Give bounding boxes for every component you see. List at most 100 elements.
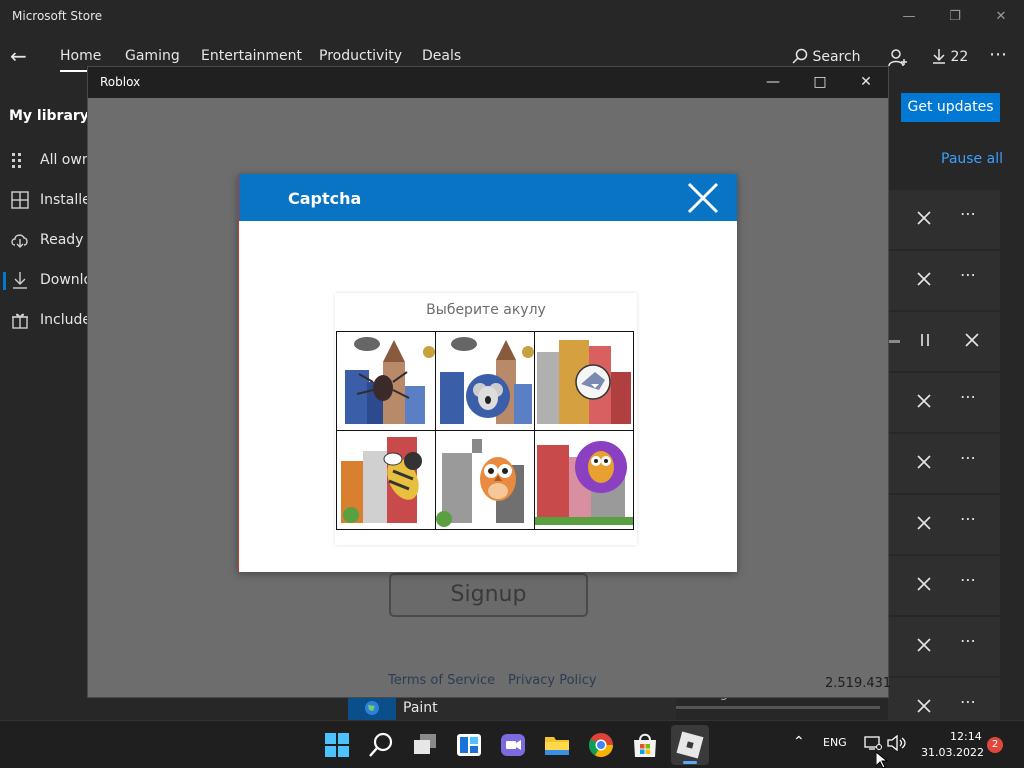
tab-gaming[interactable]: Gaming — [125, 48, 180, 64]
cancel-icon[interactable] — [914, 513, 934, 533]
grid-icon — [12, 153, 21, 168]
volume-icon[interactable] — [887, 735, 907, 751]
cancel-icon[interactable] — [914, 391, 934, 411]
tab-deals[interactable]: Deals — [422, 48, 461, 64]
captcha-tile-6[interactable] — [534, 430, 634, 530]
network-icon[interactable] — [864, 735, 882, 751]
cancel-icon[interactable] — [914, 452, 934, 472]
download-row: ⋯ — [888, 556, 1000, 615]
roblox-minimize-button[interactable]: — — [758, 71, 788, 93]
captcha-card: Выберите акулу — [335, 293, 637, 545]
captcha-tile-4[interactable] — [336, 430, 436, 530]
more-icon[interactable]: ⋯ — [960, 570, 977, 589]
account-button[interactable] — [888, 48, 908, 69]
search-label: Search — [812, 49, 861, 65]
chrome-icon[interactable] — [587, 731, 615, 759]
sidebar-item-downloads[interactable]: Downloads — [0, 266, 90, 296]
download-row: ⋯ — [888, 678, 1000, 720]
active-app-indicator — [683, 761, 697, 764]
downloads-button[interactable]: 22 — [932, 48, 968, 65]
download-row: ⋯ — [888, 190, 1000, 249]
cancel-icon[interactable] — [914, 574, 934, 594]
captcha-header: Captcha — [239, 174, 737, 221]
captcha-title: Captcha — [288, 189, 362, 208]
back-arrow-icon[interactable]: ← — [10, 44, 32, 68]
search-icon[interactable] — [367, 731, 395, 759]
clock-time[interactable]: 12:14 — [950, 730, 982, 743]
language-indicator[interactable]: ENG — [823, 736, 847, 749]
bee-icon — [341, 437, 422, 523]
paint-app-icon — [348, 697, 396, 720]
roblox-title: Roblox — [100, 75, 141, 89]
store-minimize-button[interactable]: — — [894, 6, 924, 28]
progress-bar — [888, 340, 900, 343]
more-icon[interactable]: ⋯ — [960, 387, 977, 406]
more-icon[interactable]: ⋯ — [960, 509, 977, 528]
store-maximize-button[interactable]: ❐ — [940, 6, 970, 28]
gift-icon — [12, 313, 28, 329]
add-user-icon — [888, 49, 907, 67]
captcha-tile-1[interactable] — [336, 331, 436, 431]
store-close-button[interactable]: ✕ — [986, 6, 1016, 28]
sidebar-item-ready-to-install[interactable]: Ready to install — [0, 226, 90, 256]
chevron-up-icon[interactable]: ⌃ — [793, 734, 805, 750]
cancel-icon[interactable] — [914, 696, 934, 716]
close-icon[interactable] — [685, 180, 721, 216]
sidebar-item-installed[interactable]: Installed — [0, 186, 90, 216]
cancel-icon[interactable] — [914, 208, 934, 228]
more-icon[interactable]: ⋯ — [960, 448, 977, 467]
cancel-icon[interactable] — [962, 330, 982, 350]
task-view-icon[interactable] — [411, 731, 439, 759]
signup-button[interactable]: Signup — [389, 573, 588, 617]
tab-productivity[interactable]: Productivity — [319, 48, 402, 64]
download-icon — [13, 272, 27, 289]
sidebar-item-label: Ready to install — [40, 232, 90, 248]
windows-start-icon[interactable] — [323, 731, 351, 759]
library-title: My library — [9, 108, 89, 124]
more-options-icon[interactable]: ⋯ — [989, 44, 1007, 65]
captcha-tile-2[interactable] — [435, 331, 535, 431]
sidebar-item-label: Included — [40, 312, 90, 328]
roblox-maximize-button[interactable]: □ — [805, 71, 835, 93]
roblox-taskbar-button[interactable] — [671, 725, 709, 765]
installed-icon — [11, 191, 29, 209]
search-icon — [792, 48, 808, 64]
captcha-grid — [336, 331, 636, 531]
tab-entertainment[interactable]: Entertainment — [201, 48, 302, 64]
mouse-cursor-icon — [876, 752, 888, 768]
shark-icon — [537, 340, 631, 424]
owl-in-bubble-icon — [535, 441, 633, 525]
microsoft-store-icon[interactable] — [631, 731, 659, 759]
privacy-policy-link[interactable]: Privacy Policy — [508, 673, 597, 688]
widgets-icon[interactable] — [455, 731, 483, 759]
captcha-prompt: Выберите акулу — [426, 302, 546, 318]
version-label: 2.519.431 — [825, 676, 892, 691]
download-row: ⋯ — [888, 434, 1000, 493]
captcha-tile-5[interactable] — [435, 430, 535, 530]
more-icon[interactable]: ⋯ — [960, 631, 977, 650]
cancel-icon[interactable] — [914, 635, 934, 655]
more-icon[interactable]: ⋯ — [960, 692, 977, 711]
get-updates-button[interactable]: Get updates — [901, 93, 1000, 122]
captcha-tile-3[interactable] — [534, 331, 634, 431]
search-button[interactable]: Search — [792, 48, 861, 65]
notification-badge[interactable]: 2 — [987, 737, 1003, 753]
pause-all-link[interactable]: Pause all — [941, 151, 1003, 167]
more-icon[interactable]: ⋯ — [960, 204, 977, 223]
pending-progress-bar — [676, 706, 880, 709]
download-row: ⋯ — [888, 373, 1000, 432]
sidebar-item-included[interactable]: Included — [0, 306, 90, 336]
download-row: ⋯ — [888, 617, 1000, 676]
koala-icon — [440, 337, 534, 424]
cancel-icon[interactable] — [914, 269, 934, 289]
clock-date[interactable]: 31.03.2022 — [921, 746, 984, 759]
more-icon[interactable]: ⋯ — [960, 265, 977, 284]
roblox-close-button[interactable]: ✕ — [851, 71, 881, 93]
roblox-titlebar: Roblox — □ ✕ — [88, 67, 888, 98]
captcha-dialog: Captcha Выберите акулу — [238, 174, 737, 572]
pause-icon[interactable] — [918, 330, 932, 350]
file-explorer-icon[interactable] — [543, 731, 571, 759]
sidebar-item-all-owned[interactable]: All owned — [0, 146, 90, 176]
terms-of-service-link[interactable]: Terms of Service — [388, 673, 495, 688]
chat-icon[interactable] — [499, 731, 527, 759]
